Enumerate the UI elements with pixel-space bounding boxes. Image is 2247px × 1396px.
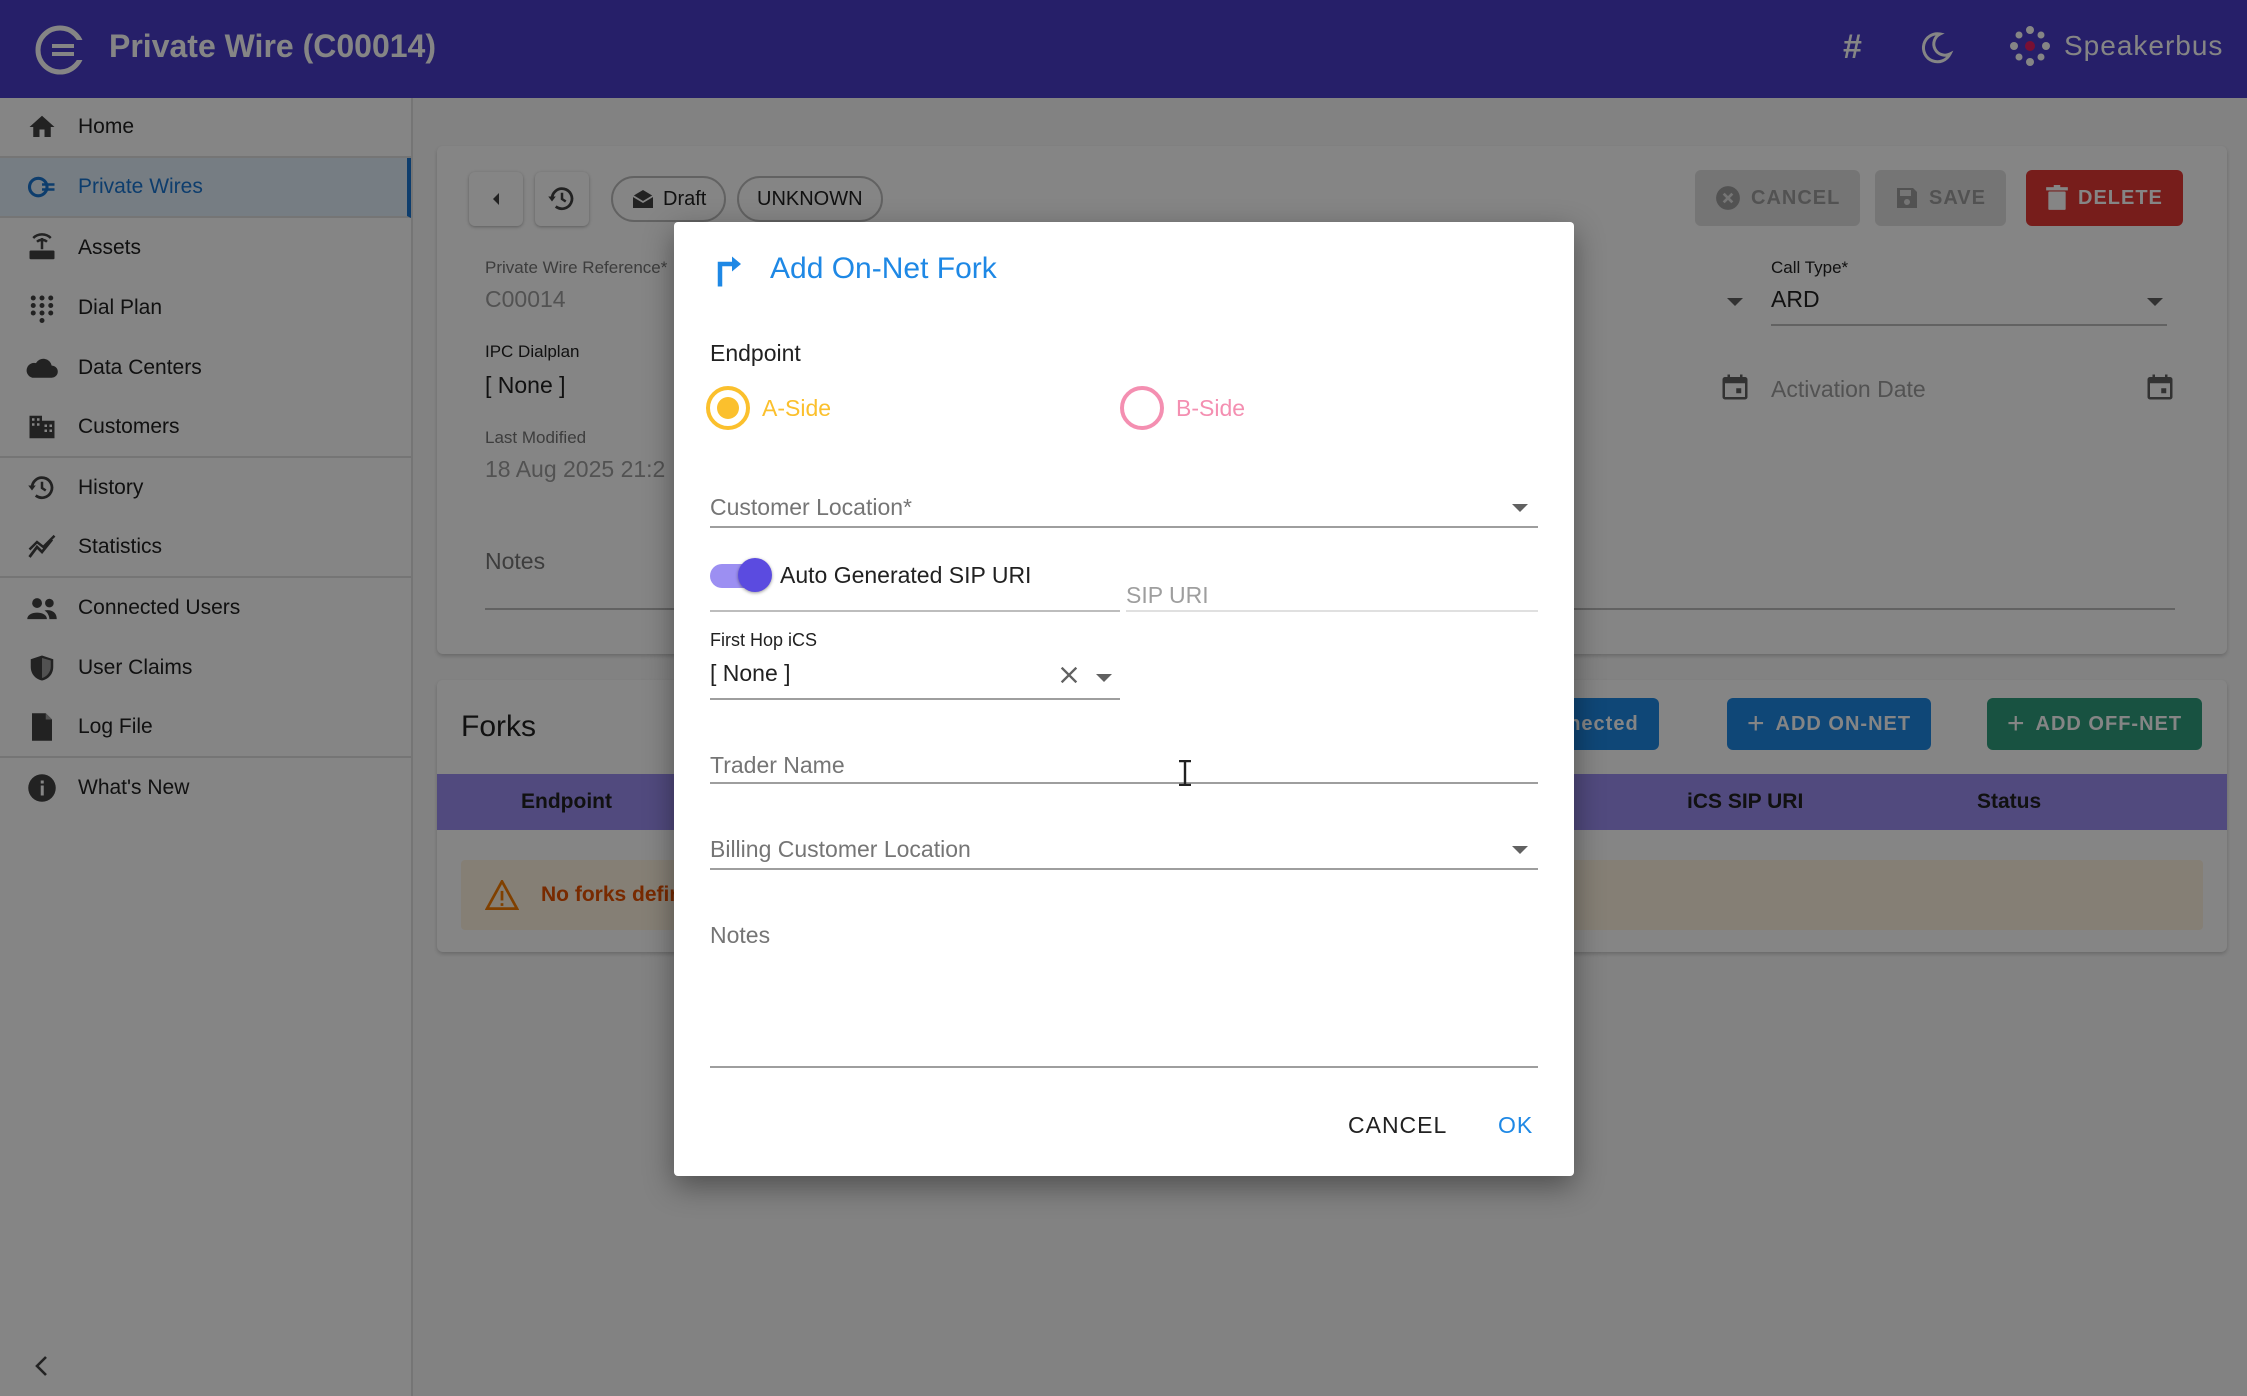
- trader-name-input[interactable]: Trader Name: [710, 752, 845, 779]
- notes-textarea[interactable]: Notes: [710, 922, 770, 949]
- auto-sip-label: Auto Generated SIP URI: [780, 562, 1032, 588]
- b-side-radio[interactable]: B-Side: [1120, 386, 1245, 430]
- billing-location-field[interactable]: Billing Customer Location: [710, 836, 971, 863]
- sip-uri-input[interactable]: SIP URI: [1126, 582, 1209, 609]
- dialog-title: Add On-Net Fork: [770, 252, 997, 285]
- clear-icon[interactable]: [1058, 664, 1080, 686]
- dialog-cancel-button[interactable]: CANCEL: [1348, 1112, 1447, 1139]
- billing-location-dropdown-icon[interactable]: [1512, 846, 1528, 854]
- a-side-label: A-Side: [762, 394, 832, 421]
- add-on-net-fork-dialog: Add On-Net Fork Endpoint A-Side B-Side C…: [674, 222, 1574, 1176]
- trader-name-underline: [710, 782, 1538, 784]
- customer-location-dropdown-icon[interactable]: [1512, 504, 1528, 512]
- first-hop-dropdown-icon[interactable]: [1096, 674, 1112, 682]
- first-hop-value[interactable]: [ None ]: [710, 660, 791, 687]
- radio-unchecked-icon: [1120, 386, 1164, 430]
- auto-sip-toggle[interactable]: [738, 558, 772, 592]
- endpoint-label: Endpoint: [710, 340, 801, 366]
- first-hop-label: First Hop iCS: [710, 630, 818, 650]
- fork-arrow-icon: [717, 256, 741, 287]
- a-side-radio[interactable]: A-Side: [706, 386, 831, 430]
- customer-location-underline: [710, 526, 1538, 528]
- sip-uri-underline: [1126, 610, 1538, 612]
- radio-checked-icon: [706, 386, 750, 430]
- auto-sip-underline: [710, 610, 1120, 612]
- first-hop-underline: [710, 698, 1120, 700]
- b-side-label: B-Side: [1176, 394, 1246, 421]
- notes-underline: [710, 1066, 1538, 1068]
- dialog-ok-button[interactable]: OK: [1498, 1112, 1533, 1139]
- text-cursor-icon: [1179, 760, 1191, 786]
- billing-location-underline: [710, 868, 1538, 870]
- customer-location-field[interactable]: Customer Location*: [710, 494, 912, 521]
